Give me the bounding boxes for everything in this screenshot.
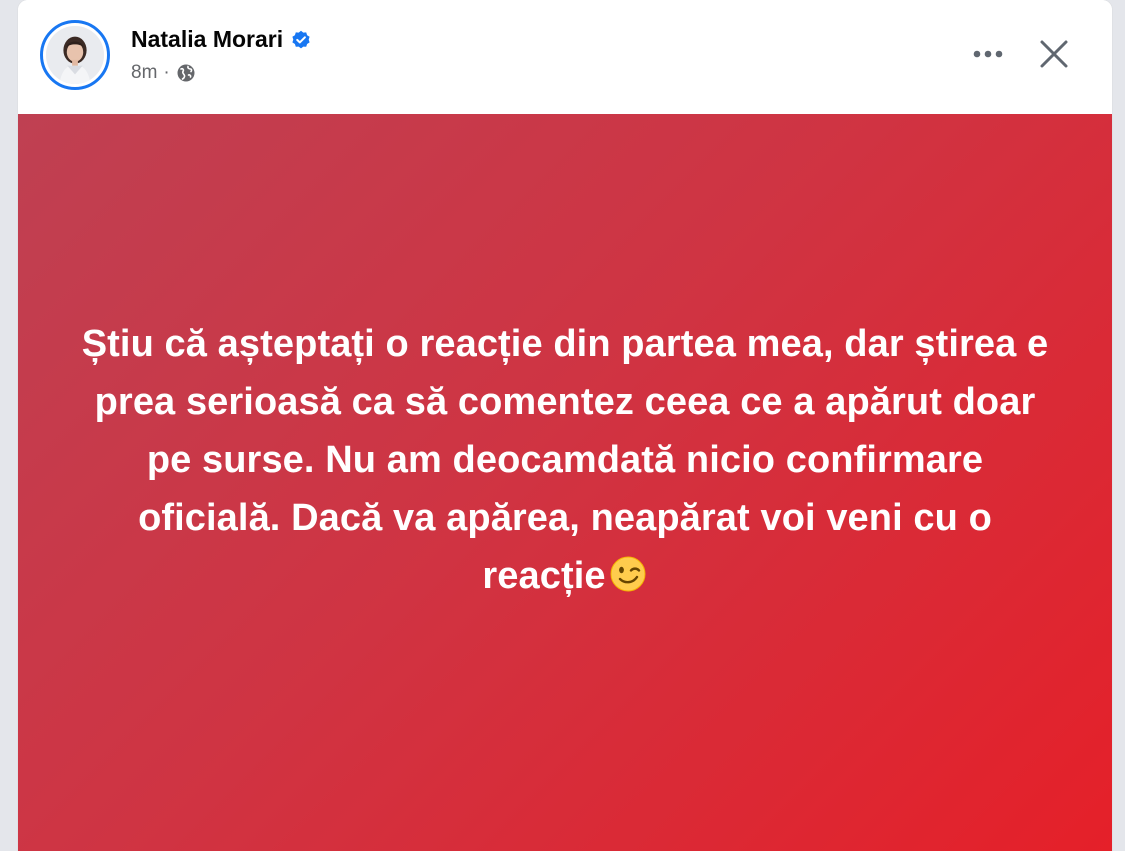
close-button[interactable] xyxy=(1034,34,1074,74)
facebook-post: Natalia Morari 8m · Știu că așteptați o … xyxy=(18,0,1112,851)
profile-photo-icon xyxy=(46,26,104,84)
meta-separator: · xyxy=(163,62,170,83)
winking-face-emoji-icon xyxy=(608,554,648,594)
globe-icon[interactable] xyxy=(176,63,196,83)
post-timestamp[interactable]: 8m xyxy=(131,62,157,84)
more-options-button[interactable] xyxy=(968,34,1008,74)
post-text-content: Știu că așteptați o reacție din partea m… xyxy=(81,322,1049,597)
more-options-icon xyxy=(973,50,1003,58)
author-name[interactable]: Natalia Morari xyxy=(131,26,283,53)
post-header: Natalia Morari 8m · xyxy=(18,0,1112,114)
post-meta: 8m · xyxy=(131,62,196,84)
avatar[interactable] xyxy=(40,20,110,90)
verified-badge-icon xyxy=(291,30,311,50)
colored-text-card: Știu că așteptați o reacție din partea m… xyxy=(18,114,1112,851)
profile-photo xyxy=(46,26,104,84)
close-icon xyxy=(1040,40,1068,68)
post-text: Știu că așteptați o reacție din partea m… xyxy=(75,315,1055,605)
author-row: Natalia Morari xyxy=(131,26,311,53)
